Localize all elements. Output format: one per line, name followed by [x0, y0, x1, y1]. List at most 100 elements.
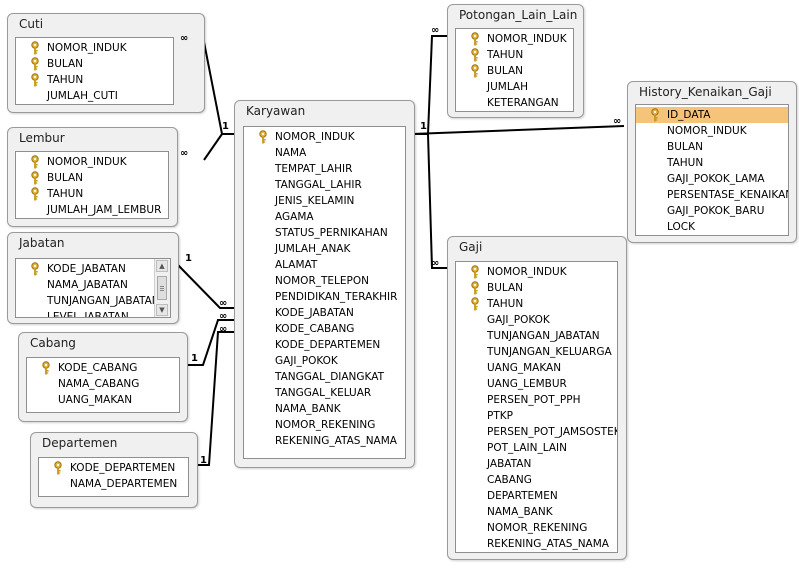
field-row[interactable]: CABANG: [456, 472, 617, 488]
field-row[interactable]: PENDIDIKAN_TERAKHIR: [244, 289, 405, 305]
table-jabatan[interactable]: Jabatan KODE_JABATAN NAMA_JABATAN TUNJANGA…: [7, 232, 179, 324]
field-row[interactable]: UANG_MAKAN: [27, 392, 179, 408]
field-row[interactable]: PERSENTASE_KENAIKAN: [636, 187, 788, 203]
field-row[interactable]: GAJI_POKOK_BARU: [636, 203, 788, 219]
field-row[interactable]: JUMLAH_JAM_LEMBUR: [16, 202, 168, 218]
field-list[interactable]: NOMOR_INDUK BULAN TAHUN GAJI_POKOK TUNJANGAN…: [455, 261, 618, 553]
field-name: TAHUN: [487, 49, 524, 61]
table-karyawan[interactable]: Karyawan NOMOR_INDUK NAMA TEMPAT_LAHIR TANG…: [234, 100, 415, 468]
primary-key-icon: [650, 108, 660, 122]
field-name: TAHUN: [47, 188, 84, 200]
field-row[interactable]: BULAN: [636, 139, 788, 155]
field-row[interactable]: NAMA_BANK: [456, 504, 617, 520]
field-row[interactable]: TAHUN: [16, 72, 173, 88]
field-row[interactable]: GAJI_POKOK: [244, 353, 405, 369]
field-name: UANG_MAKAN: [487, 362, 562, 374]
field-list[interactable]: ID_DATA NOMOR_INDUK BULAN TAHUN GAJI_POKOK_L…: [635, 104, 789, 236]
field-row[interactable]: GAJI_POKOK: [456, 312, 617, 328]
field-row[interactable]: TAHUN: [456, 47, 573, 63]
field-row[interactable]: TANGGAL_KELUAR: [244, 385, 405, 401]
field-row[interactable]: JUMLAH_ANAK: [244, 241, 405, 257]
primary-key-icon: [258, 130, 268, 144]
field-row[interactable]: BULAN: [16, 170, 168, 186]
table-lembur[interactable]: Lembur NOMOR_INDUK BULAN TAHUN JUMLAH_JAM_L…: [7, 127, 178, 227]
table-gaji[interactable]: Gaji NOMOR_INDUK BULAN TAHUN GAJI_POKOK TUNJ…: [447, 236, 627, 560]
field-list[interactable]: KODE_JABATAN NAMA_JABATAN TUNJANGAN_JABATA…: [15, 258, 171, 318]
field-row[interactable]: LEVEL_JABATAN: [16, 309, 170, 317]
field-row[interactable]: PERSEN_POT_PPH: [456, 392, 617, 408]
field-row[interactable]: POT_LAIN_LAIN: [456, 440, 617, 456]
field-row[interactable]: TAHUN: [456, 296, 617, 312]
field-row[interactable]: BULAN: [16, 56, 173, 72]
table-cuti[interactable]: Cuti NOMOR_INDUK BULAN TAHUN JUMLAH_CUTI: [7, 13, 205, 113]
field-row[interactable]: NOMOR_REKENING: [244, 417, 405, 433]
field-row[interactable]: KODE_DEPARTEMEN: [39, 460, 188, 476]
field-row[interactable]: JABATAN: [456, 456, 617, 472]
field-row[interactable]: ID_DATA: [636, 107, 788, 123]
primary-key-icon: [470, 64, 480, 78]
field-row[interactable]: PERSEN_POT_JAMSOSTEK: [456, 424, 617, 440]
field-row[interactable]: TUNJANGAN_KELUARGA: [456, 344, 617, 360]
field-row[interactable]: UANG_MAKAN: [456, 360, 617, 376]
field-name: NOMOR_INDUK: [47, 42, 127, 54]
vertical-scrollbar[interactable]: ▲ ▼: [154, 259, 170, 317]
table-history-kenaikan-gaji[interactable]: History_Kenaikan_Gaji ID_DATA NOMOR_INDUK…: [627, 81, 797, 243]
field-row[interactable]: BULAN: [456, 63, 573, 79]
field-row[interactable]: KODE_CABANG: [27, 360, 179, 376]
field-row[interactable]: PTKP: [456, 408, 617, 424]
field-list[interactable]: KODE_DEPARTEMEN NAMA_DEPARTEMEN: [38, 457, 189, 497]
field-row[interactable]: JUMLAH_CUTI: [16, 88, 173, 104]
field-list[interactable]: KODE_CABANG NAMA_CABANG UANG_MAKAN: [26, 357, 180, 413]
field-row[interactable]: JUMLAH: [456, 79, 573, 95]
field-row[interactable]: NAMA_DEPARTEMEN: [39, 476, 188, 492]
field-row[interactable]: KODE_JABATAN: [244, 305, 405, 321]
field-row[interactable]: NAMA: [244, 145, 405, 161]
field-row[interactable]: NAMA_BANK: [244, 401, 405, 417]
field-row[interactable]: REKENING_ATAS_NAMA: [456, 536, 617, 552]
field-row[interactable]: NOMOR_INDUK: [456, 264, 617, 280]
table-departemen[interactable]: Departemen KODE_DEPARTEMEN NAMA_DEPARTEME…: [30, 432, 198, 508]
field-row[interactable]: ALAMAT: [244, 257, 405, 273]
table-potongan-lain-lain[interactable]: Potongan_Lain_Lain NOMOR_INDUK TAHUN BULAN…: [447, 4, 584, 118]
field-row[interactable]: JENIS_KELAMIN: [244, 193, 405, 209]
field-list[interactable]: NOMOR_INDUK BULAN TAHUN JUMLAH_JAM_LEMBUR: [15, 151, 169, 219]
field-row[interactable]: TEMPAT_LAHIR: [244, 161, 405, 177]
field-row[interactable]: NOMOR_INDUK: [16, 40, 173, 56]
field-row[interactable]: AGAMA: [244, 209, 405, 225]
field-row[interactable]: NOMOR_INDUK: [244, 129, 405, 145]
field-row[interactable]: TUNJANGAN_JABATAN: [456, 328, 617, 344]
field-row[interactable]: GAJI_POKOK_LAMA: [636, 171, 788, 187]
field-row[interactable]: STATUS_PERNIKAHAN: [244, 225, 405, 241]
field-list[interactable]: NOMOR_INDUK TAHUN BULAN JUMLAH KETERANGAN: [455, 28, 574, 112]
field-row[interactable]: NAMA_CABANG: [27, 376, 179, 392]
field-row[interactable]: KETERANGAN: [456, 95, 573, 111]
primary-key-icon: [470, 281, 480, 295]
field-row[interactable]: KODE_DEPARTEMEN: [244, 337, 405, 353]
field-row[interactable]: NAMA_JABATAN: [16, 277, 170, 293]
field-row[interactable]: UANG_LEMBUR: [456, 376, 617, 392]
field-row[interactable]: NOMOR_TELEPON: [244, 273, 405, 289]
field-row[interactable]: TAHUN: [636, 155, 788, 171]
field-row[interactable]: REKENING_ATAS_NAMA: [244, 433, 405, 449]
field-row[interactable]: KODE_JABATAN: [16, 261, 170, 277]
table-cabang[interactable]: Cabang KODE_CABANG NAMA_CABANG UANG_MAKAN: [18, 332, 188, 422]
field-row[interactable]: NOMOR_REKENING: [456, 520, 617, 536]
field-row[interactable]: TUNJANGAN_JABATAN: [16, 293, 170, 309]
primary-key-icon: [30, 41, 40, 55]
field-row[interactable]: DEPARTEMEN: [456, 488, 617, 504]
field-row[interactable]: TAHUN: [16, 186, 168, 202]
field-row[interactable]: TANGGAL_DIANGKAT: [244, 369, 405, 385]
field-row[interactable]: NOMOR_INDUK: [636, 123, 788, 139]
field-row[interactable]: NOMOR_INDUK: [16, 154, 168, 170]
field-row[interactable]: TANGGAL_LAHIR: [244, 177, 405, 193]
field-row[interactable]: LOCK: [636, 219, 788, 235]
scroll-up-icon[interactable]: ▲: [156, 260, 168, 272]
scroll-down-icon[interactable]: ▼: [156, 304, 168, 316]
scrollbar-thumb[interactable]: [157, 276, 167, 300]
field-row[interactable]: KODE_CABANG: [244, 321, 405, 337]
field-list[interactable]: NOMOR_INDUK NAMA TEMPAT_LAHIR TANGGAL_LAHIR…: [243, 126, 406, 459]
field-list[interactable]: NOMOR_INDUK BULAN TAHUN JUMLAH_CUTI: [15, 37, 174, 105]
field-row[interactable]: BULAN: [456, 280, 617, 296]
table-title: Cabang: [30, 336, 76, 350]
field-row[interactable]: NOMOR_INDUK: [456, 31, 573, 47]
